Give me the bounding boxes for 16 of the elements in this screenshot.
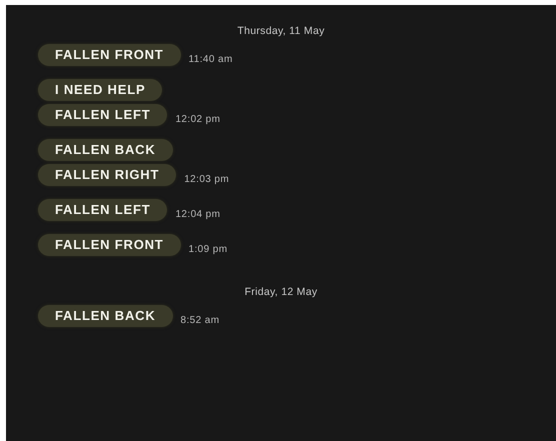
message-time: 8:52 am [180,315,220,326]
message-time: 1:09 pm [188,244,228,255]
message-bubble: I NEED HELP [38,79,162,101]
message-bubble: FALLEN FRONT [38,234,181,256]
message-bubble: FALLEN BACK [38,139,173,161]
date-header: Friday, 12 May [244,285,318,299]
message-bubble: FALLEN RIGHT [38,164,176,186]
message-bubble: FALLEN LEFT [38,104,168,126]
message-bubble: FALLEN LEFT [38,199,168,221]
date-header: Thursday, 11 May [237,24,325,38]
message-bubble: FALLEN BACK [38,305,173,327]
message-time: 12:03 pm [184,174,230,185]
message-time: 11:40 am [188,54,233,65]
message-time: 12:02 pm [175,114,220,125]
message-bubble: FALLEN FRONT [38,44,181,66]
message-time: 12:04 pm [175,209,220,220]
